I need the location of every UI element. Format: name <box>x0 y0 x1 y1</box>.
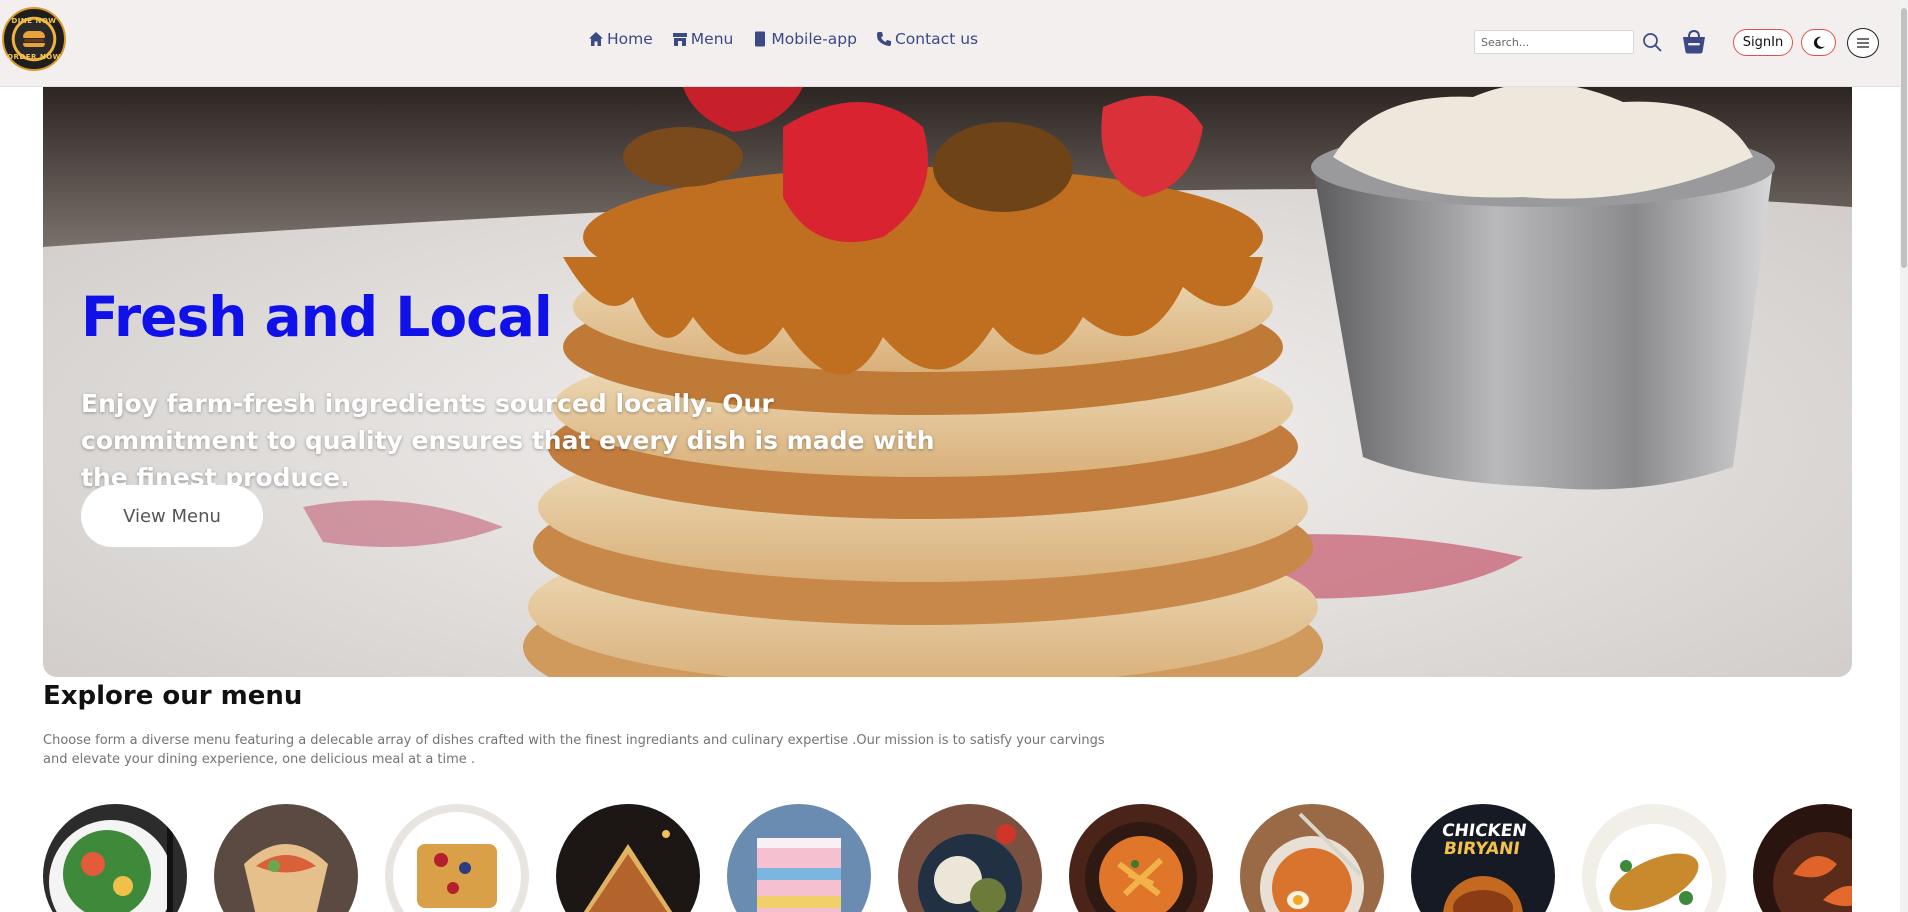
burger-icon <box>23 31 45 47</box>
noodle-bowl-image <box>1240 804 1384 912</box>
search-input[interactable] <box>1474 30 1634 54</box>
search-button[interactable] <box>1641 31 1663 53</box>
fish-dish-image <box>1582 804 1726 912</box>
hero-title: Fresh and Local <box>81 285 553 349</box>
hero-description: Enjoy farm-fresh ingredients sourced loc… <box>81 389 935 492</box>
nav-menu-label: Menu <box>690 30 734 48</box>
theme-toggle-button[interactable] <box>1801 29 1836 56</box>
pasta-image <box>1069 804 1213 912</box>
biryani-image-caption: CHICKEN BIRYANI <box>1418 821 1547 859</box>
explore-menu-description: Choose form a diverse menu featuring a d… <box>43 733 1105 767</box>
store-icon <box>672 33 687 46</box>
biryani-caption-line2: BIRYANI <box>1442 839 1522 859</box>
waffle-image <box>385 804 529 912</box>
moon-icon <box>1813 36 1825 49</box>
category-sandwich[interactable] <box>556 804 700 912</box>
menu-category-list: CHICKEN BIRYANI <box>43 804 1852 912</box>
logo-text-top: DINE NOW <box>11 17 57 25</box>
mobile-icon <box>755 31 766 47</box>
nav-home-label: Home <box>607 30 653 48</box>
basket-icon <box>1683 29 1705 54</box>
search-icon <box>1643 33 1662 52</box>
category-pure-veg[interactable] <box>898 804 1042 912</box>
category-salad[interactable] <box>43 804 187 912</box>
cart-button[interactable] <box>1680 26 1708 56</box>
category-pasta[interactable] <box>1069 804 1213 912</box>
category-cake[interactable] <box>727 804 871 912</box>
salad-image <box>43 804 187 912</box>
category-fish[interactable] <box>1582 804 1726 912</box>
category-seafood[interactable] <box>1753 804 1852 912</box>
nav-menu[interactable]: Menu <box>672 30 734 48</box>
nav-home[interactable]: Home <box>588 30 653 48</box>
nav-links: Home Menu Mobile-app Contact us <box>588 30 978 48</box>
biryani-caption-line1: CHICKEN <box>1440 821 1528 841</box>
rice-bowl-image <box>898 804 1042 912</box>
category-wraps[interactable] <box>214 804 358 912</box>
category-biryani[interactable]: CHICKEN BIRYANI <box>1411 804 1555 912</box>
cake-image <box>727 804 871 912</box>
nav-contact-label: Contact us <box>894 30 979 48</box>
hamburger-menu-button[interactable] <box>1847 28 1879 58</box>
sandwich-image <box>556 804 700 912</box>
hamburger-icon <box>1857 38 1869 48</box>
home-icon <box>589 32 603 46</box>
category-waffles[interactable] <box>385 804 529 912</box>
scrollbar-thumb[interactable] <box>1901 8 1907 268</box>
signin-button[interactable]: SignIn <box>1733 29 1793 56</box>
explore-menu-title: Explore our menu <box>43 681 303 711</box>
category-noodles[interactable] <box>1240 804 1384 912</box>
logo-text-bottom: ORDER NOW <box>7 53 61 61</box>
phone-icon <box>876 32 891 46</box>
wrap-image <box>214 804 358 912</box>
view-menu-button[interactable]: View Menu <box>81 485 263 547</box>
nav-mobile-app-label: Mobile-app <box>771 30 857 48</box>
hero-pancake-image <box>43 87 1852 677</box>
brand-logo[interactable]: DINE NOW ORDER NOW <box>2 7 66 71</box>
nav-mobile-app[interactable]: Mobile-app <box>752 30 857 48</box>
hero-banner: Fresh and Local Enjoy farm-fresh ingredi… <box>43 87 1852 677</box>
navbar: DINE NOW ORDER NOW Home Menu Mobile-app … <box>0 0 1900 87</box>
page-scrollbar[interactable] <box>1900 0 1908 912</box>
seafood-image <box>1753 804 1852 912</box>
nav-contact[interactable]: Contact us <box>876 30 978 48</box>
